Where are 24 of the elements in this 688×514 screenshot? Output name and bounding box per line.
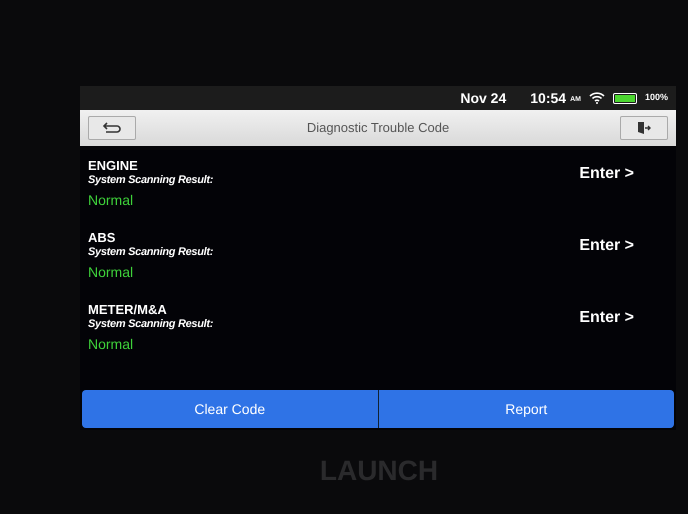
exit-button[interactable] [620,116,668,140]
back-button[interactable] [88,116,136,140]
enter-link[interactable]: Enter > [579,162,634,186]
exit-icon [636,121,652,135]
scan-result: Normal [88,335,134,354]
enter-link[interactable]: Enter > [579,306,634,330]
scan-result-label: System Scanning Result: [88,317,214,332]
scan-result: Normal [88,191,134,210]
scan-result: Normal [88,263,134,282]
wifi-icon [588,92,605,104]
back-icon [102,121,122,135]
scan-result-label: System Scanning Result: [88,173,214,188]
battery-icon [612,92,637,104]
enter-link[interactable]: Enter > [579,234,634,258]
action-button[interactable]: Report [378,390,674,428]
scan-result-label: System Scanning Result: [88,245,214,260]
action-button[interactable]: Clear Code [82,390,378,428]
system-name: ENGINE [88,158,139,173]
status-date: Nov 24 [460,88,506,108]
status-time: 10:54 [530,88,566,108]
system-name: METER/M&A [88,302,168,317]
system-name: ABS [88,230,116,245]
screen-title: Diagnostic Trouble Code [306,119,450,138]
battery-percent: 100% [644,91,668,104]
